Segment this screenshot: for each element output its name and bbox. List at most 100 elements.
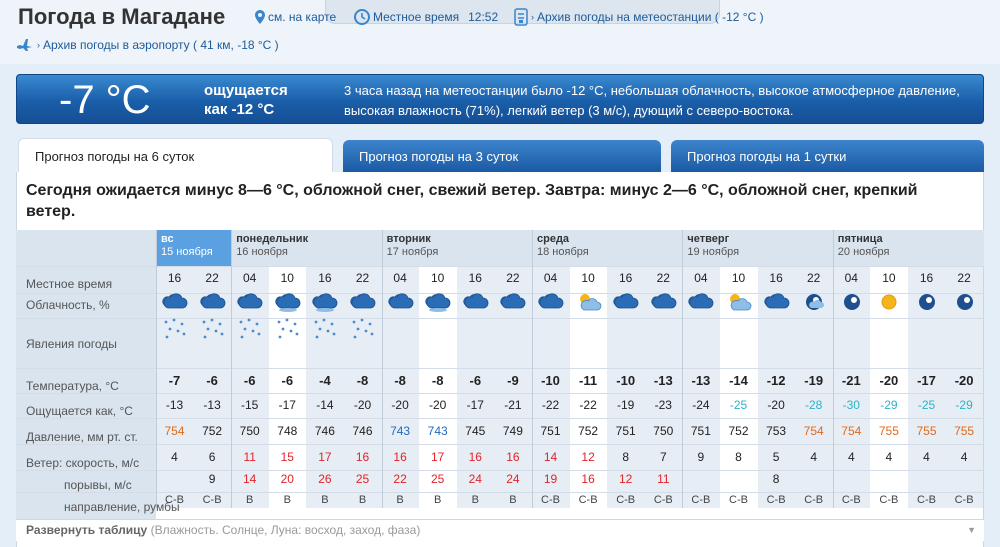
- hour-cell: 22: [656, 271, 670, 285]
- feels-like-cell: -13: [165, 398, 184, 412]
- clear-night-icon: [914, 290, 940, 314]
- day-name: вс: [161, 233, 174, 245]
- gust-cell: 14: [243, 472, 257, 486]
- row-divider: [16, 393, 984, 394]
- gust-cell: 25: [431, 472, 445, 486]
- snow-cloud-icon: [688, 290, 714, 314]
- pressure-cell: 754: [803, 424, 824, 438]
- wind-speed-cell: 4: [960, 450, 968, 464]
- partly-cloudy-icon: [726, 290, 752, 314]
- feels-like-cell: -25: [917, 398, 936, 412]
- snow-cloud-icon: [500, 290, 526, 314]
- snow-icon: [162, 318, 188, 342]
- wind-speed-cell: 4: [923, 450, 930, 464]
- pressure-cell: 752: [728, 424, 749, 438]
- temperature-cell: -8: [356, 373, 369, 388]
- snow-cloud-icon: [237, 290, 263, 314]
- hour-cell: 10: [581, 271, 595, 285]
- day-header: пятница 20 ноября: [838, 233, 890, 259]
- day-date: 18 ноября: [537, 246, 589, 258]
- station-icon: [514, 8, 528, 26]
- pressure-cell: 754: [164, 424, 185, 438]
- wind-direction-cell: С-В: [165, 494, 184, 506]
- snow-cloud-icon: [463, 290, 489, 314]
- archive-station-link[interactable]: › Архив погоды на метеостанции ( -12 °С …: [514, 8, 764, 26]
- wind-speed-cell: 17: [318, 450, 332, 464]
- hour-cell: 22: [205, 271, 219, 285]
- gust-cell: 19: [543, 472, 558, 486]
- gust-cell: 11: [657, 472, 670, 486]
- partly-cloudy-icon: [576, 290, 602, 314]
- hour-cell: 22: [355, 271, 370, 285]
- tab-6-days[interactable]: Прогноз погоды на 6 суток: [18, 138, 333, 174]
- wind-direction-cell: С-В: [954, 494, 974, 506]
- tab-1-day[interactable]: Прогноз погоды на 1 сутки: [671, 140, 984, 172]
- feels-like-cell: -22: [579, 398, 597, 412]
- gust-cell: 8: [772, 472, 780, 486]
- day-header: четверг 19 ноября: [687, 233, 739, 259]
- wind-speed-cell: 12: [581, 450, 595, 464]
- temperature-cell: -13: [653, 373, 673, 388]
- temperature-cell: -19: [804, 373, 824, 388]
- row-divider: [16, 444, 984, 445]
- pressure-cell: 743: [390, 424, 411, 438]
- wind-direction-cell: В: [321, 494, 329, 506]
- wind-speed-cell: 6: [208, 450, 216, 464]
- temperature-cell: -17: [917, 373, 936, 388]
- feels-like: ощущается как -12 °С: [204, 81, 288, 119]
- moon-cloud-icon: [801, 290, 827, 314]
- feels-like-cell: -29: [955, 398, 973, 412]
- feels-like-cell: -29: [880, 398, 898, 412]
- feels-like-cell: -25: [729, 398, 748, 412]
- hour-cell: 10: [431, 271, 445, 285]
- gust-cell: 16: [581, 472, 595, 486]
- feels-line2: как -12 °С: [204, 101, 275, 118]
- map-link[interactable]: см. на карте: [255, 10, 336, 24]
- tab-3-days[interactable]: Прогноз погоды на 3 суток: [343, 140, 661, 172]
- archive-station-label: Архив погоды на метеостанции ( -12 °С ): [537, 10, 764, 24]
- day-name: четверг: [687, 233, 730, 245]
- clear-night-icon: [952, 290, 978, 314]
- row-divider: [16, 492, 984, 493]
- expand-table-link[interactable]: Развернуть таблицу: [26, 523, 147, 537]
- wind-direction-cell: С-В: [804, 494, 824, 506]
- hour-cell: 10: [731, 271, 746, 285]
- hour-cell: 04: [243, 271, 257, 285]
- snow-cloud-icon: [162, 290, 188, 314]
- local-time-value: 12:52: [468, 10, 499, 24]
- airplane-icon: [17, 39, 32, 51]
- archive-airport-link[interactable]: › Архив погоды в аэропорту ( 41 км, -18 …: [16, 38, 279, 52]
- wind-speed-cell: 4: [810, 450, 818, 464]
- map-link-label: см. на карте: [268, 10, 337, 24]
- day-name: среда: [537, 233, 570, 245]
- wind-direction-cell: С-В: [202, 494, 222, 506]
- feels-like-cell: -23: [654, 398, 672, 412]
- wind-direction-cell: В: [246, 494, 254, 506]
- wind-direction-cell: В: [358, 494, 367, 506]
- current-weather-banner: -7 °С ощущается как -12 °С 3 часа назад …: [16, 74, 984, 124]
- pressure-cell: 750: [653, 424, 674, 438]
- row-labels-column: [16, 230, 156, 520]
- day-header: вторник 17 ноября: [387, 233, 439, 259]
- pressure-cell: 752: [202, 424, 223, 438]
- expand-table-bar[interactable]: Развернуть таблицу (Влажность. Солнце, Л…: [16, 519, 984, 541]
- wind-direction-cell: С-В: [691, 494, 711, 506]
- hour-cell: 16: [619, 271, 633, 285]
- wind-direction-cell: С-В: [841, 494, 861, 506]
- day-date: 17 ноября: [386, 246, 439, 258]
- hour-cell: 16: [468, 271, 482, 285]
- gust-cell: 20: [280, 472, 294, 486]
- temperature-cell: -4: [319, 373, 331, 388]
- wind-direction-cell: В: [471, 494, 479, 506]
- hour-cell: 16: [167, 271, 182, 285]
- temperature-cell: -20: [954, 373, 974, 388]
- gust-cell: 12: [619, 472, 633, 486]
- day-header: среда 18 ноября: [537, 233, 589, 259]
- temperature-cell: -11: [579, 373, 598, 388]
- sun-icon: [876, 290, 902, 314]
- day-date: 16 ноября: [236, 246, 288, 258]
- snow-cloud-icon: [764, 290, 790, 314]
- snow-icon: [237, 318, 263, 342]
- wind-speed-cell: 17: [431, 450, 445, 464]
- chevron-right-icon: ›: [37, 40, 40, 50]
